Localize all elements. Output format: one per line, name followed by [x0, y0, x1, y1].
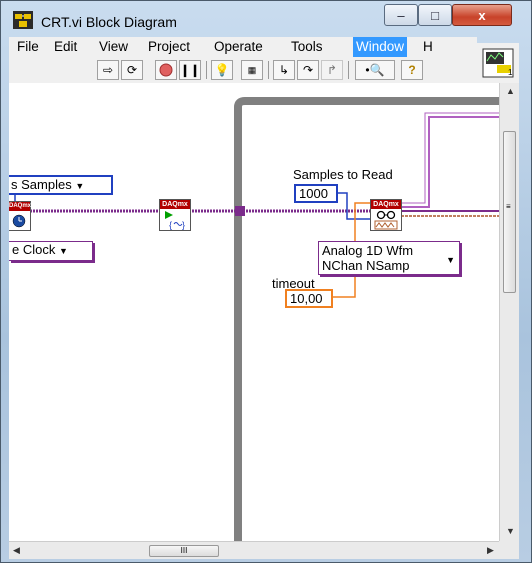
vertical-scroll-thumb[interactable]: ≡: [503, 131, 516, 293]
read-mode-line2: NChan NSamp: [322, 258, 410, 273]
daqmx-timing-node[interactable]: DAQmx: [9, 201, 31, 231]
menu-tools[interactable]: Tools: [291, 39, 323, 54]
menu-view[interactable]: View: [99, 39, 128, 54]
retain-wire-values-button[interactable]: ▦: [241, 60, 263, 80]
window-title: CRT.vi Block Diagram: [41, 14, 177, 30]
menu-operate[interactable]: Operate: [214, 39, 263, 54]
minimize-icon: –: [397, 7, 405, 23]
dropdown-arrow-icon: ▼: [75, 181, 85, 191]
toolbar: ⇨ ⟳ ❙❙ 💡 ▦ ↳ ↷ ↱ •🔍 ?: [9, 57, 477, 83]
loop-tunnel[interactable]: [235, 206, 245, 216]
scroll-up-icon[interactable]: ▲: [506, 86, 515, 96]
svg-text:}: }: [182, 220, 185, 230]
samples-to-read-value: 1000: [299, 186, 328, 201]
samples-to-read-constant[interactable]: 1000: [294, 184, 338, 203]
horizontal-scroll-thumb[interactable]: III: [149, 545, 219, 557]
read-glasses-icon: [374, 210, 398, 230]
labview-block-diagram-icon: [13, 11, 33, 29]
highlight-execution-button[interactable]: 💡: [211, 60, 233, 80]
step-into-button[interactable]: ↳: [273, 60, 295, 80]
abort-button[interactable]: [155, 60, 177, 80]
maximize-icon: □: [431, 7, 439, 23]
menu-window[interactable]: Window: [353, 37, 408, 57]
clock-icon: [12, 214, 26, 228]
scrollbar-corner: [499, 541, 519, 559]
toolbar-separator: [348, 61, 349, 79]
samples-to-read-label: Samples to Read: [293, 167, 393, 182]
sample-clock-constant[interactable]: e Clock ▼: [9, 241, 93, 261]
step-out-icon: ↱: [326, 63, 338, 77]
pause-button[interactable]: ❙❙: [179, 60, 201, 80]
vi-icon-connector-pane[interactable]: 1: [477, 43, 519, 83]
daqmx-tag: DAQmx: [371, 200, 401, 209]
retain-wire-values-icon: ▦: [247, 64, 257, 75]
daqmx-tag: DAQmx: [9, 202, 32, 211]
sample-mode-text: s Samples: [11, 177, 72, 192]
block-diagram-canvas[interactable]: s Samples ▼ DAQmx e Clock ▼ DAQmx { } Sa…: [9, 83, 499, 541]
timeout-constant[interactable]: 10,00: [285, 289, 333, 308]
abort-stop-icon: [159, 63, 173, 77]
menu-file[interactable]: File: [17, 39, 39, 54]
menu-edit[interactable]: Edit: [54, 39, 77, 54]
read-mode-line1: Analog 1D Wfm: [322, 243, 414, 258]
run-continuously-icon: ⟳: [126, 63, 138, 77]
toolbar-separator: [206, 61, 207, 79]
scroll-right-icon[interactable]: ▶: [487, 545, 494, 556]
daqmx-start-task-node[interactable]: DAQmx { }: [159, 199, 191, 231]
minimize-button[interactable]: –: [384, 4, 418, 26]
daqmx-tag: DAQmx: [160, 200, 190, 209]
vertical-scrollbar[interactable]: ▲ ≡ ▼: [499, 83, 519, 541]
daqmx-read-node[interactable]: DAQmx: [370, 199, 402, 231]
scroll-left-icon[interactable]: ◀: [13, 545, 20, 556]
title-bar[interactable]: CRT.vi Block Diagram – □ x: [1, 1, 532, 37]
pause-icon: ❙❙: [179, 63, 201, 77]
menu-project[interactable]: Project: [148, 39, 190, 54]
run-continuously-button[interactable]: ⟳: [121, 60, 143, 80]
grip-icon: III: [180, 546, 188, 555]
run-button[interactable]: ⇨: [97, 60, 119, 80]
sample-mode-constant[interactable]: s Samples ▼: [9, 175, 113, 195]
scroll-down-icon[interactable]: ▼: [506, 526, 515, 536]
step-out-button[interactable]: ↱: [321, 60, 343, 80]
sample-clock-text: e Clock: [12, 242, 56, 257]
close-button[interactable]: x: [452, 4, 512, 26]
svg-text:1: 1: [508, 68, 513, 77]
dropdown-arrow-icon: ▼: [58, 246, 68, 256]
lightbulb-icon: 💡: [214, 63, 230, 77]
block-diagram-window: CRT.vi Block Diagram – □ x File Edit Vie…: [0, 0, 532, 563]
step-into-icon: ↳: [278, 63, 290, 77]
vi-icon: 1: [482, 48, 514, 78]
step-over-button[interactable]: ↷: [297, 60, 319, 80]
grip-icon: ≡: [506, 202, 511, 211]
search-button[interactable]: •🔍: [355, 60, 395, 80]
close-icon: x: [478, 7, 486, 23]
magnifier-icon: •🔍: [365, 63, 385, 77]
help-button[interactable]: ?: [401, 60, 423, 80]
dropdown-arrow-icon: ▼: [446, 255, 455, 265]
step-over-icon: ↷: [302, 63, 314, 77]
horizontal-scrollbar[interactable]: ◀ III ▶: [9, 541, 499, 559]
start-task-icon: { }: [165, 211, 185, 230]
timeout-value: 10,00: [290, 291, 323, 306]
help-icon: ?: [408, 63, 416, 77]
svg-text:{: {: [169, 220, 172, 230]
run-arrow-icon: ⇨: [102, 63, 114, 77]
toolbar-separator: [268, 61, 269, 79]
menu-help[interactable]: H: [423, 39, 433, 54]
read-mode-selector[interactable]: Analog 1D Wfm NChan NSamp ▼: [318, 241, 460, 275]
wires-layer: [9, 97, 499, 541]
menu-bar: File Edit View Project Operate Tools Win…: [9, 37, 477, 57]
samples-wire[interactable]: [337, 192, 371, 220]
data-wire[interactable]: [401, 116, 499, 208]
maximize-button[interactable]: □: [418, 4, 452, 26]
data-wire[interactable]: [401, 112, 499, 204]
